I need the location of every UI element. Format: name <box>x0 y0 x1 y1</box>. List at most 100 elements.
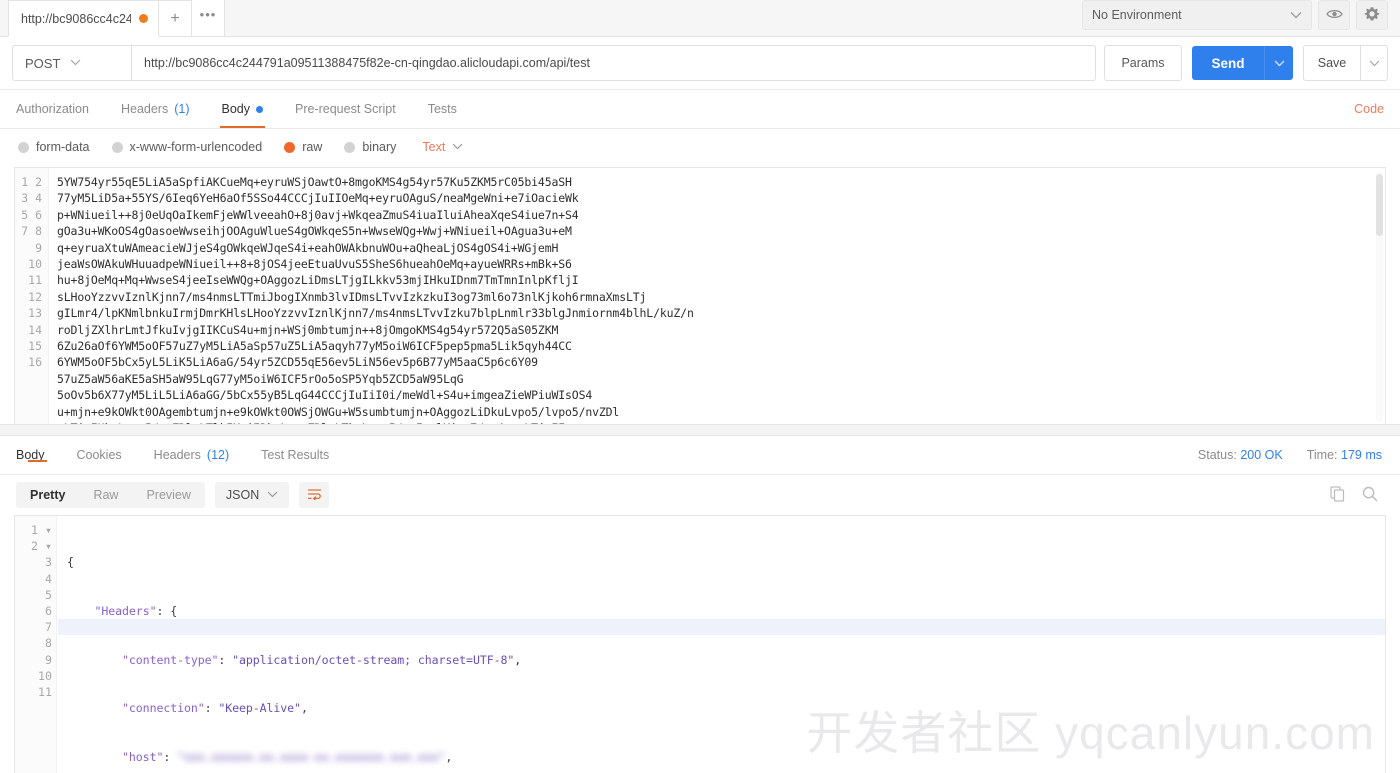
body-type-binary[interactable]: binary <box>344 140 396 154</box>
unsaved-indicator-icon <box>139 14 148 23</box>
response-body-content[interactable]: { "Headers": { "content-type": "applicat… <box>57 516 1385 773</box>
pane-resize-handle[interactable] <box>0 424 1400 436</box>
tab-headers[interactable]: Headers (1) <box>105 90 206 128</box>
view-mode-preview[interactable]: Preview <box>132 482 204 508</box>
word-wrap-icon <box>307 488 322 503</box>
new-tab-button[interactable]: + <box>159 0 192 37</box>
view-mode-pretty[interactable]: Pretty <box>16 482 79 508</box>
radio-icon <box>111 141 123 153</box>
tab-bar-right-controls: No Environment <box>1082 0 1400 36</box>
body-modified-icon <box>256 105 263 113</box>
option-label: binary <box>362 140 397 154</box>
request-section-tabs: Authorization Headers (1) Body Pre-reque… <box>0 90 1400 129</box>
response-code-area: 1 ▾ 2 ▾ 3 4 5 6 7 8 9 10 11 { "Headers":… <box>15 516 1385 773</box>
copy-icon[interactable] <box>1330 485 1346 505</box>
response-tab-test-results[interactable]: Test Results <box>245 448 345 462</box>
option-label: x-www-form-urlencoded <box>129 140 263 154</box>
response-tab-cookies[interactable]: Cookies <box>61 448 138 462</box>
response-view-mode-group: Pretty Raw Preview <box>16 482 205 508</box>
send-options-button[interactable] <box>1264 46 1293 80</box>
view-mode-raw[interactable]: Raw <box>79 482 132 508</box>
time-label: Time: <box>1306 448 1338 462</box>
json-line: "content-type": "application/octet-strea… <box>122 652 522 667</box>
tab-body[interactable]: Body <box>206 90 280 128</box>
send-button[interactable]: Send <box>1192 46 1264 80</box>
status-label: Status: <box>1197 448 1237 462</box>
tab-options-button[interactable]: ••• <box>192 0 225 37</box>
json-line: "host": "xxx.xxxxxx.xx.xxxx-xx.xxxxxxx.x… <box>122 749 453 764</box>
response-line-numbers: 1 ▾ 2 ▾ 3 4 5 6 7 8 9 10 11 <box>15 516 57 773</box>
status-badge: Status: 200 OK <box>1198 448 1283 462</box>
tab-label: Body <box>16 448 45 462</box>
chevron-down-icon <box>70 58 81 69</box>
request-body-editor[interactable]: 1 2 3 4 5 6 7 8 9 10 11 12 13 14 15 16 5… <box>14 167 1386 424</box>
status-value: 200 OK <box>1240 448 1283 462</box>
radio-icon <box>344 141 356 153</box>
environment-quick-look-button[interactable] <box>1318 0 1350 30</box>
json-line: "Headers": { <box>94 604 178 619</box>
tab-label: Headers <box>153 448 201 462</box>
response-tab-body[interactable]: Body <box>14 448 61 462</box>
tab-pre-request-script[interactable]: Pre-request Script <box>279 90 412 128</box>
request-url-input[interactable]: http://bc9086cc4c244791a09511388475f82e-… <box>131 45 1096 81</box>
request-tab-label: http://bc9086cc4c24 <box>21 11 131 26</box>
chevron-down-icon <box>267 490 278 501</box>
radio-selected-icon <box>284 141 296 153</box>
response-format-label: JSON <box>225 488 260 502</box>
request-body-content[interactable]: 5YW754yr55qE5LiA5aSpfiAKCueMq+eyruWSjOaw… <box>49 168 1385 424</box>
request-tab[interactable]: http://bc9086cc4c24 <box>8 0 159 37</box>
settings-button[interactable] <box>1356 0 1388 30</box>
tab-label: Test Results <box>261 448 330 462</box>
gear-icon <box>1364 6 1380 25</box>
save-button[interactable]: Save <box>1303 45 1360 81</box>
response-toolbar: Pretty Raw Preview JSON <box>0 475 1400 515</box>
body-type-options: form-data x-www-form-urlencoded raw bina… <box>0 129 1400 165</box>
response-format-selector[interactable]: JSON <box>214 482 290 508</box>
chevron-down-icon <box>1290 8 1302 22</box>
http-method-label: POST <box>25 55 61 71</box>
raw-format-selector[interactable]: Text <box>422 140 463 154</box>
chevron-down-icon <box>452 142 463 153</box>
request-body-scrollbar[interactable] <box>1376 172 1383 422</box>
save-button-group: Save <box>1303 45 1388 81</box>
scrollbar-thumb[interactable] <box>1376 174 1383 236</box>
active-line-highlight <box>58 619 1385 635</box>
params-button[interactable]: Params <box>1104 45 1182 81</box>
environment-selector[interactable]: No Environment <box>1082 0 1312 30</box>
tab-label: Pre-request Script <box>295 102 396 116</box>
tab-authorization[interactable]: Authorization <box>14 90 105 128</box>
tab-tests[interactable]: Tests <box>412 90 473 128</box>
json-line: { <box>67 555 74 570</box>
radio-icon <box>18 141 29 153</box>
body-type-raw[interactable]: raw <box>284 140 322 154</box>
tab-label: Cookies <box>76 448 122 462</box>
tab-count: (12) <box>206 448 230 462</box>
time-value: 179 ms <box>1341 448 1382 462</box>
tab-count: (1) <box>174 102 190 116</box>
search-icon[interactable] <box>1362 486 1378 505</box>
response-tool-icons <box>1330 485 1384 505</box>
tab-label: Tests <box>427 102 457 116</box>
response-section-tabs: Body Cookies Headers (12) Test Results S… <box>0 436 1400 475</box>
eye-icon <box>1325 8 1343 23</box>
code-link[interactable]: Code <box>1354 90 1386 128</box>
http-method-selector[interactable]: POST <box>12 45 131 81</box>
option-label: raw <box>302 140 323 154</box>
tab-label: Body <box>221 102 251 116</box>
save-options-button[interactable] <box>1360 45 1388 81</box>
body-type-form-data[interactable]: form-data <box>18 140 90 154</box>
response-body-editor[interactable]: 1 ▾ 2 ▾ 3 4 5 6 7 8 9 10 11 { "Headers":… <box>14 515 1386 773</box>
tab-label: Headers <box>120 102 169 116</box>
word-wrap-button[interactable] <box>299 482 330 508</box>
environment-label: No Environment <box>1092 8 1182 22</box>
raw-format-label: Text <box>422 140 446 154</box>
request-body-code-area: 1 2 3 4 5 6 7 8 9 10 11 12 13 14 15 16 5… <box>15 168 1385 424</box>
time-badge: Time: 179 ms <box>1307 448 1382 462</box>
response-meta: Status: 200 OK Time: 179 ms <box>1198 448 1386 462</box>
request-body-line-numbers: 1 2 3 4 5 6 7 8 9 10 11 12 13 14 15 16 <box>15 168 49 424</box>
body-type-urlencoded[interactable]: x-www-form-urlencoded <box>111 140 263 154</box>
send-button-group: Send <box>1192 46 1293 80</box>
option-label: form-data <box>36 140 90 154</box>
tab-label: Authorization <box>16 102 89 116</box>
response-tab-headers[interactable]: Headers (12) <box>138 448 245 462</box>
